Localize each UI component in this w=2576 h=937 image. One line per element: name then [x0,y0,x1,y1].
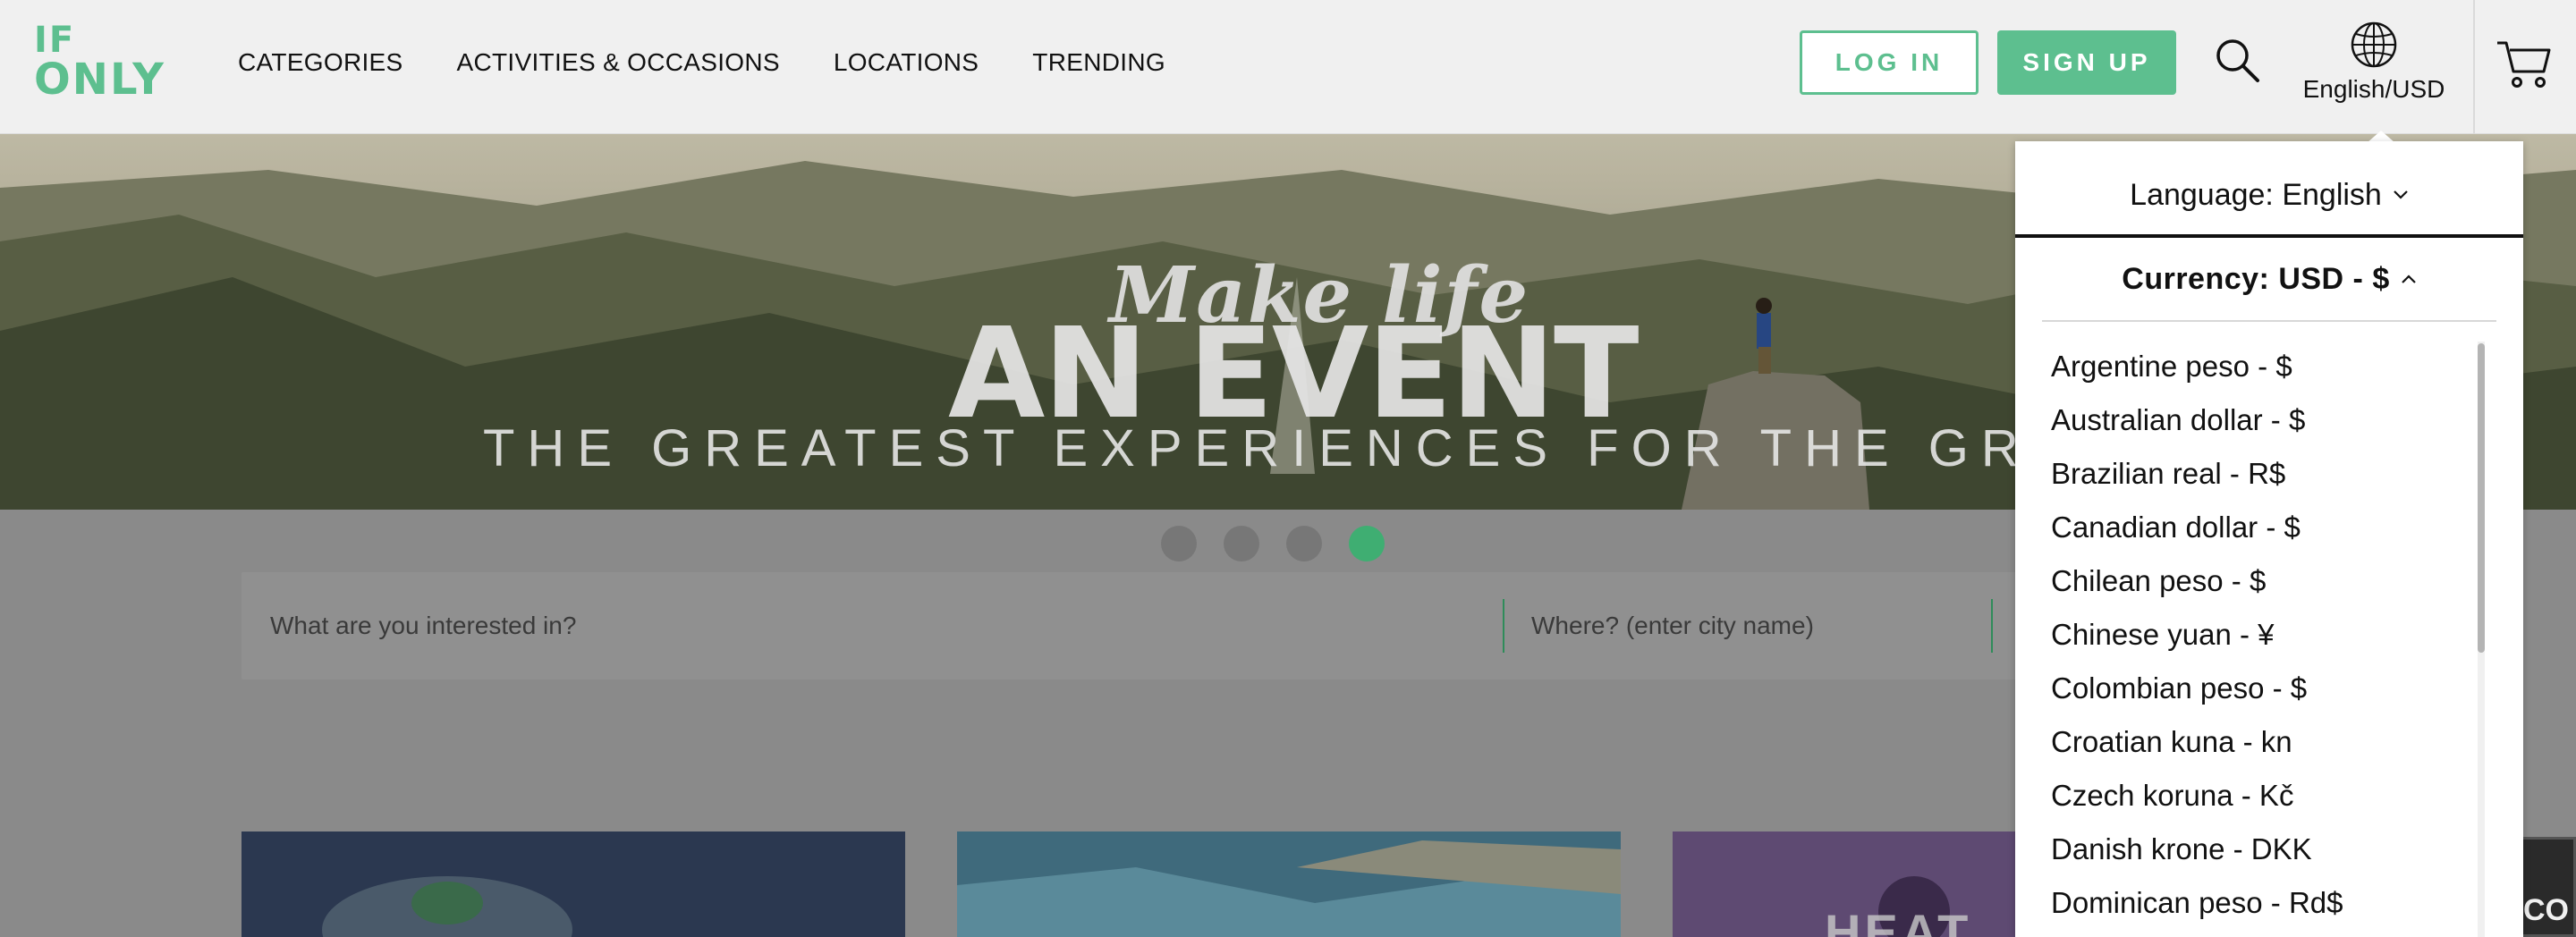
ifonly-logo[interactable]: IF ONLY [34,20,168,102]
currency-option[interactable]: Argentine peso - $ [2051,340,2480,393]
experience-card[interactable] [957,831,1621,937]
header-divider [2473,0,2475,134]
currency-selector[interactable]: Currency: USD - $ [2015,252,2523,306]
search-icon[interactable] [2213,36,2263,86]
chat-tab-label: CO [2523,893,2569,927]
language-selector[interactable]: Language: English [2015,168,2523,222]
chevron-down-icon [2394,190,2408,199]
search-bar [242,572,2129,680]
carousel-dot[interactable] [1161,526,1197,561]
login-button[interactable]: LOG IN [1800,30,1979,95]
carousel-dot-active[interactable] [1349,526,1385,561]
card-image [957,831,1621,937]
currency-option[interactable]: Chinese yuan - ¥ [2051,608,2480,662]
logo-line2: ONLY [34,55,165,105]
globe-icon [2351,21,2397,68]
carousel-dot[interactable] [1286,526,1322,561]
locale-selector[interactable]: English/USD [2299,20,2449,109]
currency-option[interactable]: Australian dollar - $ [2051,393,2480,447]
site-header: IF ONLY CATEGORIES ACTIVITIES & OCCASION… [0,0,2576,134]
search-separator [1991,599,1993,653]
chevron-up-icon [2401,274,2416,283]
language-label: Language: English [2130,177,2382,212]
currency-list: Argentine peso - $ Australian dollar - $… [2051,340,2480,930]
location-search-input[interactable] [1531,608,1979,644]
interest-search-input[interactable] [270,608,1701,644]
carousel-dot[interactable] [1224,526,1259,561]
currency-option[interactable]: Czech koruna - Kč [2051,769,2480,823]
dropdown-divider-thin [2042,320,2496,322]
experience-card[interactable] [242,831,905,937]
currency-option[interactable]: Danish krone - DKK [2051,823,2480,876]
signup-button[interactable]: SIGN UP [1997,30,2176,95]
nav-activities-occasions[interactable]: ACTIVITIES & OCCASIONS [457,45,780,80]
cart-icon[interactable] [2496,38,2553,91]
currency-option[interactable]: Colombian peso - $ [2051,662,2480,715]
currency-scrollbar-thumb[interactable] [2478,343,2485,653]
nav-categories[interactable]: CATEGORIES [238,45,403,80]
hero-text: Make life AN EVENT THE GREATEST EXPERIEN… [483,250,2436,501]
currency-option[interactable]: Brazilian real - R$ [2051,447,2480,501]
search-separator [1503,599,1504,653]
currency-option[interactable]: Chilean peso - $ [2051,554,2480,608]
main-nav: CATEGORIES ACTIVITIES & OCCASIONS LOCATI… [238,45,1165,80]
nav-locations[interactable]: LOCATIONS [834,45,979,80]
currency-option[interactable]: Croatian kuna - kn [2051,715,2480,769]
card-image [242,831,905,937]
carousel-dots [1161,526,1385,561]
nav-trending[interactable]: TRENDING [1032,45,1165,80]
currency-option[interactable]: Canadian dollar - $ [2051,501,2480,554]
locale-dropdown: Language: English Currency: USD - $ Arge… [2015,141,2523,937]
locale-label: English/USD [2302,75,2445,103]
currency-option[interactable]: Dominican peso - Rd$ [2051,876,2480,930]
logo-line1: IF [34,20,76,61]
currency-label: Currency: USD - $ [2122,261,2390,296]
card-title: HEAT [1825,904,1972,937]
dropdown-divider [2015,234,2523,238]
